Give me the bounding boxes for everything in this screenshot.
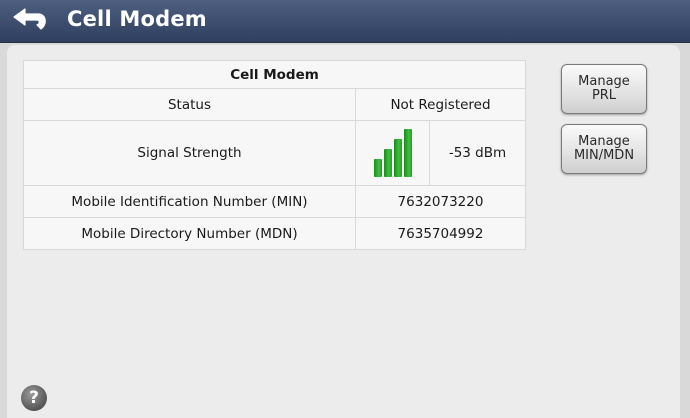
mdn-label: Mobile Directory Number (MDN) [23,217,356,250]
signal-strength-value: -53 dBm [429,120,526,186]
back-button[interactable] [8,6,52,36]
manage-prl-line1: Manage [578,74,630,89]
signal-bar [373,159,382,177]
table-row: Mobile Directory Number (MDN) 7635704992 [23,217,526,250]
back-arrow-icon [13,8,46,30]
help-button[interactable]: ? [21,385,47,411]
mdn-value: 7635704992 [355,217,526,250]
manage-min-mdn-button[interactable]: Manage MIN/MDN [561,124,647,174]
manage-min-mdn-line2: MIN/MDN [573,148,635,163]
table-title: Cell Modem [23,60,526,89]
help-icon: ? [29,388,39,408]
signal-bar [383,149,392,177]
page-title: Cell Modem [67,7,207,31]
manage-prl-button[interactable]: Manage PRL [561,64,647,114]
modem-info-table: Cell Modem Status Not Registered Signal … [23,60,526,250]
table-row: Mobile Identification Number (MIN) 76320… [23,185,526,218]
manage-min-mdn-line1: Manage [578,134,630,149]
min-value: 7632073220 [355,185,526,218]
status-value: Not Registered [355,88,526,121]
signal-bar [393,139,402,177]
title-bar: Cell Modem [0,0,690,43]
min-label: Mobile Identification Number (MIN) [23,185,356,218]
signal-bars-cell [355,120,430,186]
table-header-row: Cell Modem [23,60,526,89]
status-label: Status [23,88,356,121]
signal-strength-label: Signal Strength [23,120,356,186]
table-row: Status Not Registered [23,88,526,121]
table-row: Signal Strength -53 dBm [23,120,526,186]
manage-prl-line2: PRL [591,88,617,103]
signal-bar [403,129,412,177]
signal-bars-icon [356,129,429,177]
